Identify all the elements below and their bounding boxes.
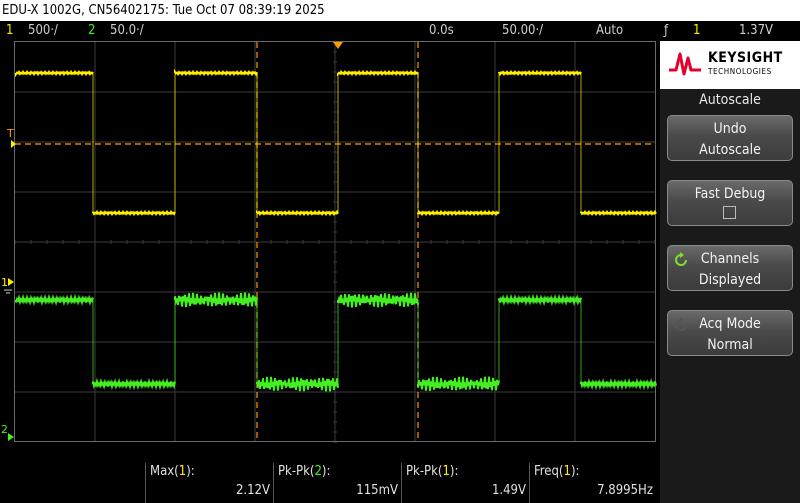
ch1-trace-segment — [498, 69, 582, 77]
ch1-trace-segment — [92, 209, 176, 217]
measurement-value: 7.8995Hz — [597, 483, 653, 498]
brand-subtitle: TECHNOLOGIES — [708, 67, 772, 76]
ch1-trace-segment — [15, 69, 94, 78]
ch1-trace-segment — [580, 209, 657, 217]
channels-displayed-button[interactable]: Channels Displayed — [667, 245, 793, 291]
measurement-value: 1.49V — [491, 483, 526, 498]
measurement-label[interactable]: Max(1): — [150, 464, 195, 479]
checkbox-icon — [723, 206, 736, 219]
trigger-level[interactable]: 1.37V — [739, 21, 773, 41]
softkey-label: Fast Debug — [694, 186, 766, 202]
menu-heading: Autoscale — [699, 92, 761, 108]
undo-autoscale-button[interactable]: Undo Autoscale — [667, 115, 793, 161]
trigger-slope-icon: ƒ — [664, 23, 669, 38]
measurement-label[interactable]: Pk-Pk(2): — [278, 464, 330, 479]
horizontal-delay[interactable]: 0.0s — [429, 21, 454, 41]
measurement-label[interactable]: Freq(1): — [534, 464, 579, 479]
softkey-label: Acq Mode — [699, 316, 761, 332]
ch1-trace-segment — [417, 209, 500, 217]
window-title: EDU-X 1002G, CN56402175: Tue Oct 07 08:3… — [0, 0, 800, 21]
timebase-scale[interactable]: 50.00‧/ — [502, 21, 543, 41]
measurement-value: 115mV — [356, 483, 398, 498]
softkey-label: Displayed — [698, 272, 762, 288]
ch2-trace-segment — [15, 293, 94, 307]
measurement-label[interactable]: Pk-Pk(1): — [406, 464, 458, 479]
softkey-label: Channels — [700, 251, 760, 267]
acq-mode-button[interactable]: Acq Mode Normal — [667, 310, 793, 356]
softkey-panel: KEYSIGHT TECHNOLOGIES Autoscale Undo Aut… — [660, 41, 800, 503]
ch2-ground-marker: 2 — [1, 423, 8, 436]
waveform-display[interactable]: T 1 2 — [0, 41, 660, 463]
measurement-value: 2.12V — [235, 483, 270, 498]
trigger-mode[interactable]: Auto — [596, 21, 623, 41]
ch2-number[interactable]: 2 — [88, 21, 95, 41]
ch1-trace-segment — [174, 68, 258, 77]
ch1-trace-segment — [337, 69, 419, 77]
softkey-label: Normal — [707, 337, 753, 353]
measurement-bar: Max(1): 2.12V Pk-Pk(2): 115mV Pk-Pk(1): … — [0, 463, 660, 503]
keysight-wave-icon — [669, 52, 701, 76]
ch1-number[interactable]: 1 — [6, 21, 13, 41]
trigger-channel: 1 — [693, 23, 701, 38]
softkey-label: Undo — [713, 121, 747, 137]
status-bar: 1 500‧/ 2 50.0‧/ 0.0s 50.00‧/ Auto ƒ 1 1… — [0, 21, 800, 41]
ch1-ground-marker: 1 — [1, 276, 8, 289]
brand-name: KEYSIGHT — [708, 50, 783, 66]
ch2-scale[interactable]: 50.0‧/ — [110, 21, 144, 41]
ch2-trace-segment — [580, 377, 657, 391]
ch1-scale[interactable]: 500‧/ — [28, 21, 58, 41]
keysight-logo: KEYSIGHT TECHNOLOGIES — [660, 41, 800, 89]
fast-debug-button[interactable]: Fast Debug — [667, 180, 793, 226]
trigger-level-marker: T — [6, 127, 14, 140]
softkey-label: Autoscale — [699, 142, 761, 158]
ch1-trace-segment — [256, 209, 339, 217]
